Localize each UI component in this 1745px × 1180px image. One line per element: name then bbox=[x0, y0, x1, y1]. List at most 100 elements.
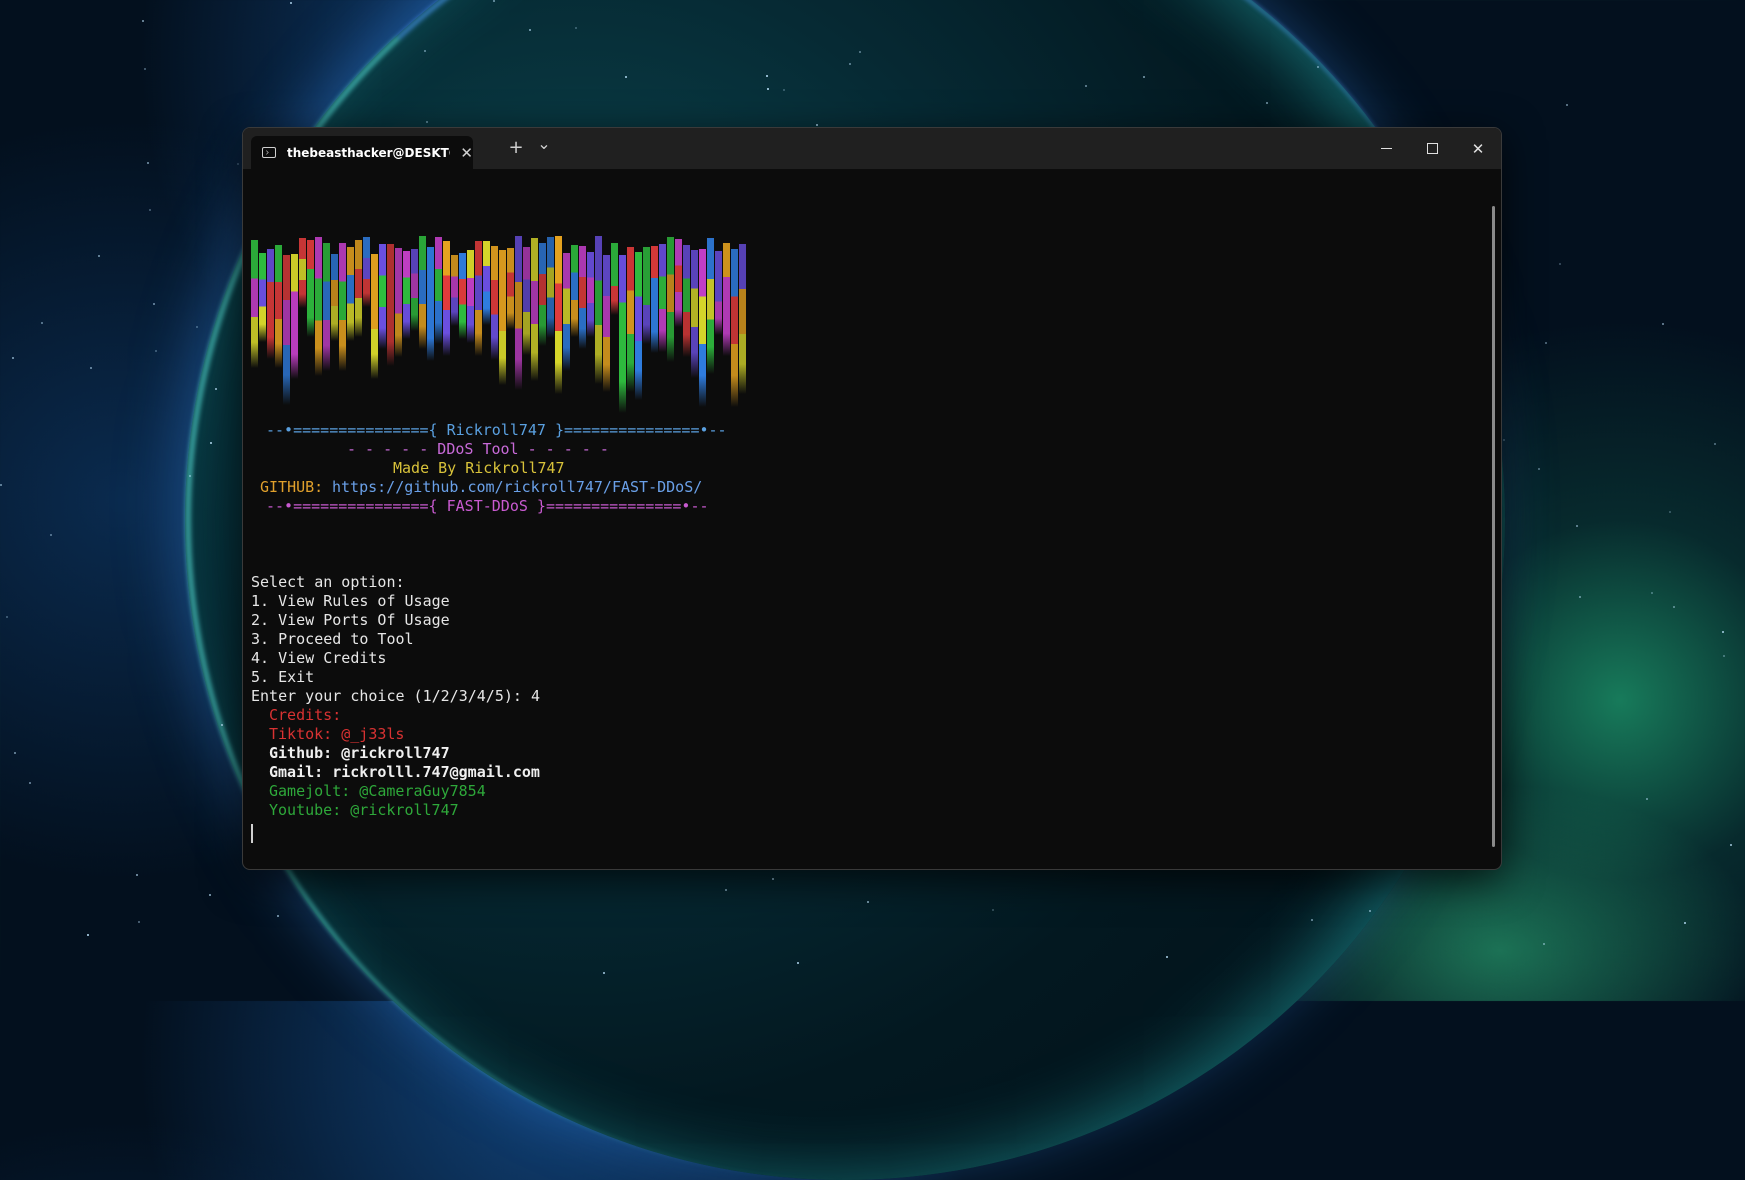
ascii-art-column bbox=[483, 241, 490, 325]
ascii-art-column bbox=[499, 250, 506, 385]
terminal-icon bbox=[262, 147, 276, 158]
banner-rule-bottom: --•==============={ FAST-DDoS }=========… bbox=[266, 497, 709, 515]
ascii-art-column bbox=[635, 252, 642, 400]
star bbox=[1143, 76, 1145, 78]
star bbox=[867, 901, 869, 903]
terminal-window: thebeasthacker@DESKTOP-6E ✕ + ⌄ ✕ --•===… bbox=[242, 127, 1502, 870]
menu-option-5: 5. Exit bbox=[251, 668, 315, 686]
star bbox=[1730, 844, 1732, 846]
star bbox=[575, 27, 577, 29]
ascii-art-column bbox=[419, 236, 426, 349]
banner-made-by: Made By Rickroll747 bbox=[393, 459, 565, 477]
scrollbar[interactable] bbox=[1492, 206, 1495, 847]
ascii-art-column bbox=[571, 245, 578, 337]
ascii-art-column bbox=[523, 247, 530, 355]
ascii-art-column bbox=[579, 246, 586, 349]
ascii-art-column bbox=[387, 244, 394, 366]
close-button[interactable]: ✕ bbox=[1455, 128, 1501, 169]
ascii-art-column bbox=[259, 253, 266, 342]
ascii-art-column bbox=[651, 246, 658, 353]
star bbox=[14, 752, 16, 754]
star bbox=[772, 878, 774, 880]
star bbox=[87, 934, 89, 936]
star bbox=[603, 972, 605, 974]
ascii-art-column bbox=[723, 243, 730, 356]
star bbox=[138, 921, 140, 923]
ascii-art-column bbox=[275, 245, 282, 368]
ascii-art-column bbox=[371, 254, 378, 379]
minimize-button[interactable] bbox=[1363, 128, 1409, 169]
star bbox=[153, 303, 155, 305]
star bbox=[1673, 606, 1675, 608]
star bbox=[149, 209, 151, 211]
ascii-art-column bbox=[323, 243, 330, 371]
credits-header: Credits: bbox=[269, 706, 342, 724]
star bbox=[50, 534, 52, 536]
star bbox=[1722, 631, 1724, 633]
ascii-art-column bbox=[619, 255, 626, 413]
star bbox=[237, 163, 239, 165]
star bbox=[210, 442, 212, 444]
star bbox=[29, 782, 31, 784]
ascii-art-column bbox=[451, 255, 458, 326]
ascii-art-column bbox=[315, 237, 322, 376]
close-tab-icon[interactable]: ✕ bbox=[460, 144, 473, 162]
star bbox=[797, 962, 799, 964]
tab-dropdown-button[interactable]: ⌄ bbox=[533, 134, 555, 156]
star bbox=[849, 63, 851, 65]
ascii-art-column bbox=[459, 253, 466, 339]
ascii-art-column bbox=[435, 237, 442, 344]
tab-title: thebeasthacker@DESKTOP-6E bbox=[286, 145, 450, 160]
ascii-art-column bbox=[283, 255, 290, 405]
new-tab-button[interactable]: + bbox=[505, 137, 527, 159]
ascii-art-column bbox=[675, 239, 682, 327]
ascii-art-column bbox=[611, 243, 618, 315]
menu-option-4: 4. View Credits bbox=[251, 649, 387, 667]
star bbox=[1684, 922, 1686, 924]
banner-github-url[interactable]: https://github.com/rickroll747/FAST-DDoS… bbox=[332, 478, 702, 497]
star bbox=[783, 89, 785, 91]
maximize-button[interactable] bbox=[1409, 128, 1455, 169]
terminal-content[interactable]: --•==============={ Rickroll747 }=======… bbox=[243, 169, 1483, 869]
star bbox=[1723, 655, 1725, 657]
minimize-icon bbox=[1380, 148, 1392, 149]
ascii-art-column bbox=[683, 245, 690, 357]
ascii-art-column bbox=[475, 241, 482, 356]
star bbox=[136, 874, 138, 876]
star bbox=[1085, 85, 1087, 87]
ascii-art-column bbox=[691, 250, 698, 378]
banner-github-label: GITHUB: bbox=[260, 478, 324, 496]
ascii-art-column bbox=[627, 247, 634, 392]
ascii-art-column bbox=[291, 254, 298, 379]
star bbox=[290, 2, 292, 4]
star bbox=[1566, 104, 1568, 106]
credits-youtube: Youtube: @rickroll747 bbox=[269, 801, 459, 819]
menu-option-2: 2. View Ports Of Usage bbox=[251, 611, 450, 629]
fast-ddos-ascii-art bbox=[251, 236, 761, 426]
ascii-art-column bbox=[699, 249, 706, 407]
ascii-art-column bbox=[539, 243, 546, 346]
star bbox=[816, 124, 818, 126]
star bbox=[1559, 263, 1561, 265]
ascii-art-column bbox=[707, 238, 714, 374]
ascii-art-column bbox=[547, 237, 554, 338]
star bbox=[12, 357, 14, 359]
credits-tiktok: Tiktok: @_j33ls bbox=[269, 725, 405, 743]
ascii-art-column bbox=[643, 247, 650, 344]
ascii-art-column bbox=[331, 254, 338, 341]
menu-prompt: Select an option: bbox=[251, 573, 405, 591]
star bbox=[1543, 943, 1545, 945]
menu-option-3: 3. Proceed to Tool bbox=[251, 630, 414, 648]
credits-gmail: Gmail: rickrolll.747@gmail.com bbox=[269, 763, 540, 781]
star bbox=[1579, 596, 1581, 598]
star bbox=[426, 121, 428, 123]
star bbox=[1503, 439, 1505, 441]
star bbox=[144, 68, 146, 70]
terminal-tab[interactable]: thebeasthacker@DESKTOP-6E ✕ bbox=[251, 136, 473, 169]
maximize-icon bbox=[1426, 143, 1438, 154]
star bbox=[142, 20, 144, 22]
star bbox=[90, 367, 92, 369]
star bbox=[1166, 956, 1168, 958]
title-bar[interactable]: thebeasthacker@DESKTOP-6E ✕ + ⌄ ✕ bbox=[243, 128, 1501, 169]
banner-rule-top: --•==============={ Rickroll747 }=======… bbox=[266, 421, 727, 439]
